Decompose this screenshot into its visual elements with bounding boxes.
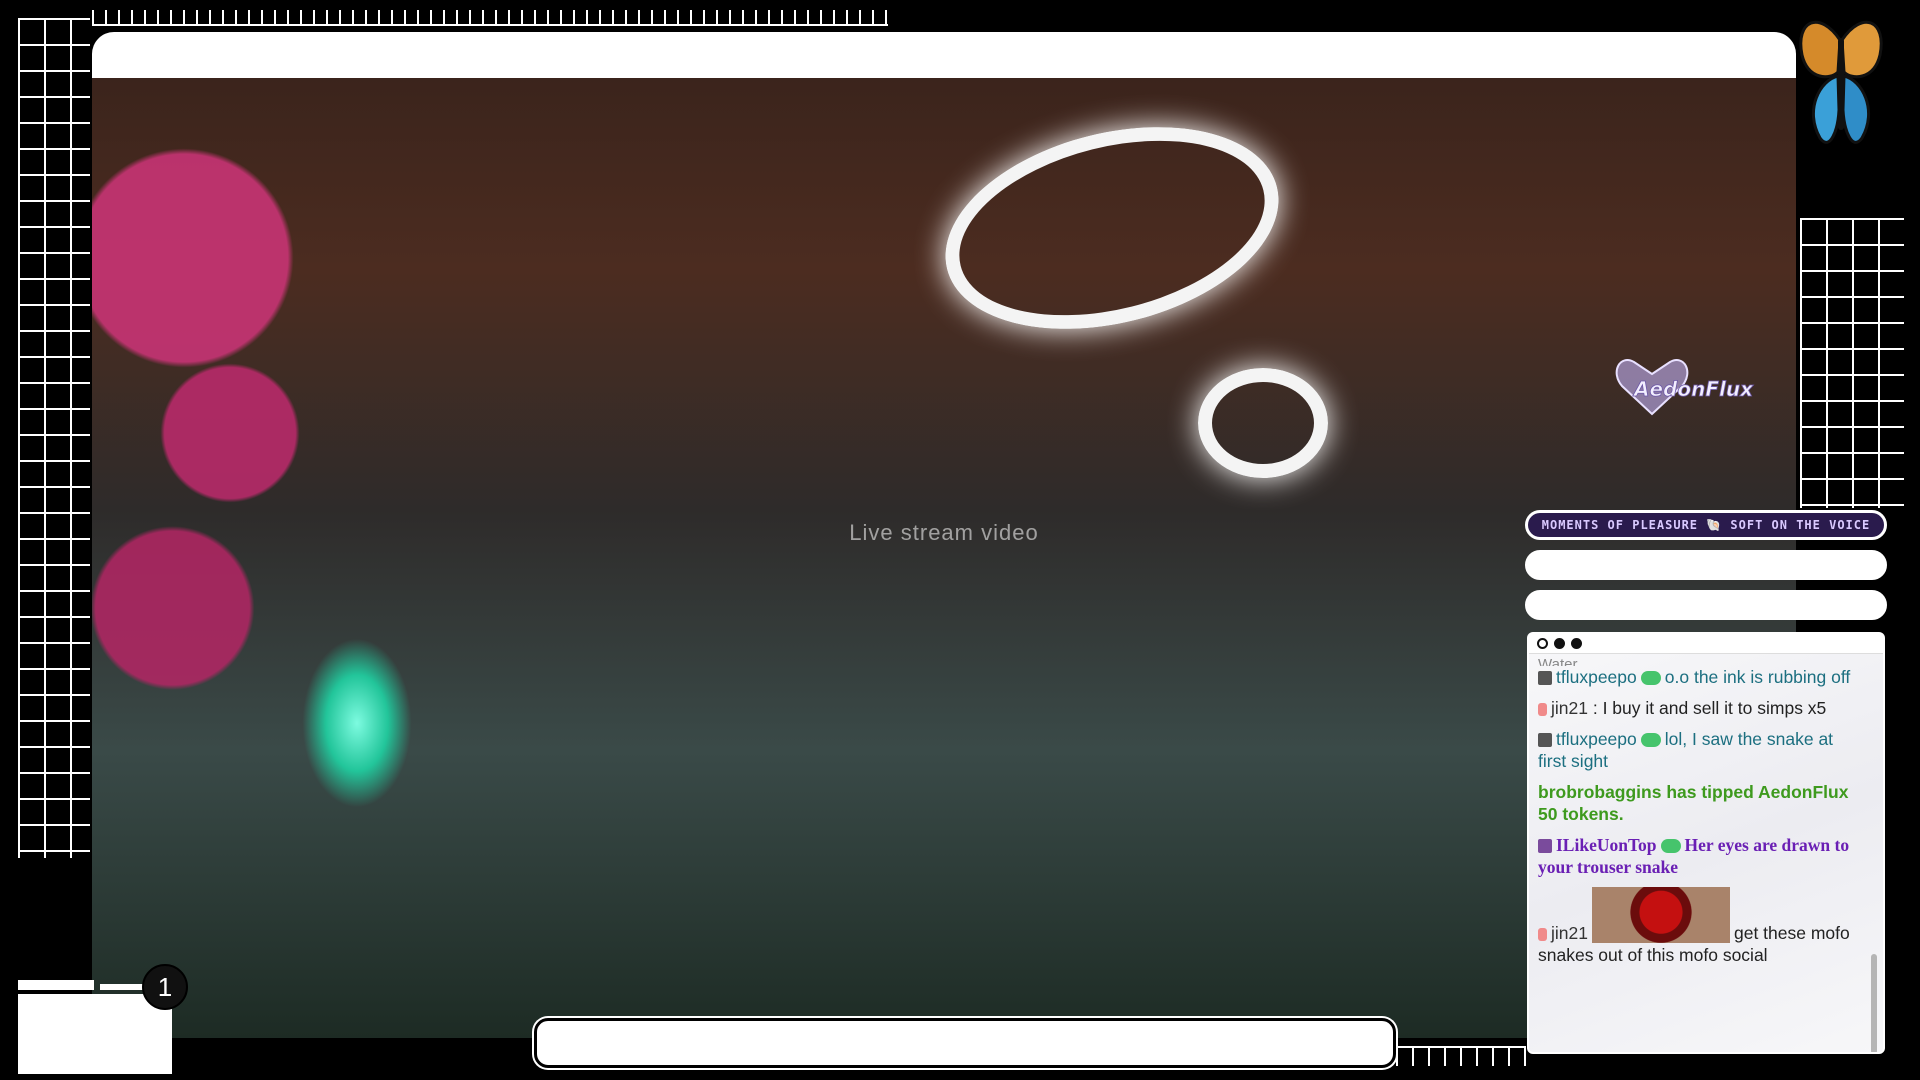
left-grid-decoration [18,18,90,858]
avatar-badge-icon [1538,839,1552,853]
blank-pill-2 [1525,550,1887,580]
chat-text: I buy it and sell it to simps x5 [1602,698,1827,718]
chat-window[interactable]: Water tfluxpeepo o.o the ink is rubbing o… [1527,632,1885,1054]
flowers-decoration [92,118,322,818]
bottom-ruler-decoration [1396,1046,1526,1066]
chat-message: jin21 : I buy it and sell it to simps x5 [1538,697,1863,719]
chat-username[interactable]: jin21 [1551,698,1588,718]
marquee-banner: MOMENTS OF PLEASURE 🐚 SOFT ON THE VOICE [1525,510,1887,540]
chat-cutoff-line: Water [1538,656,1578,666]
user-badge-icon [1538,703,1547,716]
chat-messages[interactable]: Water tfluxpeepo o.o the ink is rubbing o… [1529,654,1883,1052]
circle-filled-icon[interactable] [1554,638,1565,649]
chat-message: jin21 get these mofo snakes out of this m… [1538,887,1863,966]
teal-light [302,638,412,808]
circle-outline-icon[interactable] [1537,638,1548,649]
avatar-badge-icon [1538,733,1552,747]
aedonflux-watermark-logo: AedonFlux [1615,359,1754,416]
banner-text: MOMENTS OF PLEASURE 🐚 SOFT ON THE VOICE [1541,518,1871,532]
blank-pill-3 [1525,590,1887,620]
butterfly-icon [1799,20,1883,144]
chat-username[interactable]: jin21 [1551,923,1588,943]
user-badge-icon [1538,928,1547,941]
bottom-caption-bar [534,1018,1396,1068]
video-title-bar [92,32,1796,78]
gem-badge-icon [1660,839,1681,853]
gem-badge-icon [1640,733,1661,747]
chat-tip-notice: brobrobaggins has tipped AedonFlux 50 to… [1538,782,1849,824]
chat-separator: : [1587,698,1603,718]
scene-count-badge: 1 [142,964,188,1010]
chat-message: tfluxpeepo o.o the ink is rubbing off [1538,666,1863,688]
chat-username[interactable]: tfluxpeepo [1556,729,1637,749]
gem-badge-icon [1640,671,1661,685]
watermark-text: AedonFlux [1632,377,1754,401]
ring-light-large [924,94,1300,362]
right-grid-decoration [1800,218,1904,508]
emote-image [1591,887,1730,943]
chat-scrollbar[interactable] [1871,954,1877,1052]
chat-titlebar [1529,634,1883,654]
chat-username[interactable]: ILikeUonTop [1556,835,1657,855]
chat-username[interactable]: tfluxpeepo [1556,667,1637,687]
avatar-badge-icon [1538,671,1552,685]
chat-message: ILikeUonTop Her eyes are drawn to your tr… [1538,834,1863,878]
ring-light-small [1198,368,1328,478]
top-ruler-decoration [92,10,888,26]
chat-message: tfluxpeepo lol, I saw the snake at first … [1538,728,1863,772]
circle-filled-icon[interactable] [1571,638,1582,649]
chat-text: o.o the ink is rubbing off [1664,667,1851,687]
